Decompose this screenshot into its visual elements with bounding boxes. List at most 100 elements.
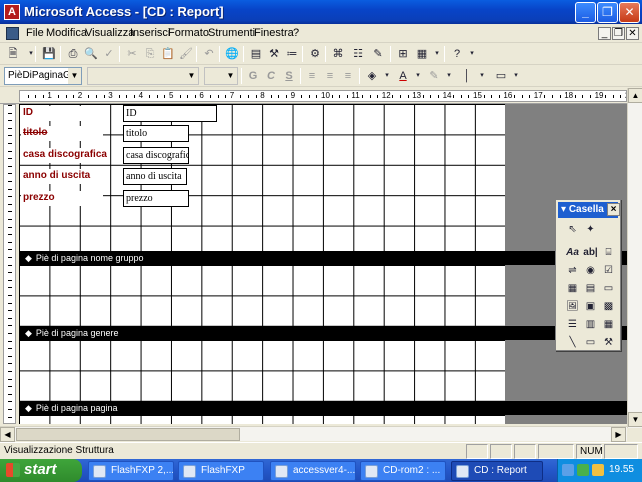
image-icon[interactable]: 🖼 bbox=[564, 298, 581, 315]
toolbox-title-bar[interactable]: ▾ Casella × bbox=[558, 202, 620, 218]
properties-icon[interactable]: ☷ bbox=[349, 45, 367, 63]
genre-footer-section[interactable] bbox=[19, 340, 505, 401]
section-bar-genre-footer[interactable]: ◆ Piè di pagina genere bbox=[19, 326, 627, 340]
checkbox-icon[interactable]: ☑ bbox=[600, 262, 617, 279]
start-button[interactable]: start bbox=[0, 459, 82, 482]
cut-icon[interactable]: ✂ bbox=[123, 45, 141, 63]
label-casa-discografica[interactable]: casa discografica bbox=[21, 148, 107, 163]
vertical-scrollbar[interactable]: ▲ ▼ bbox=[627, 88, 642, 428]
toolbox-close-button[interactable]: × bbox=[607, 203, 620, 216]
textbox-casa-discografica[interactable]: casa discografica bbox=[123, 147, 189, 164]
database-window-icon[interactable]: ⊞ bbox=[394, 45, 412, 63]
minimize-button[interactable]: _ bbox=[575, 2, 596, 23]
network-icon[interactable] bbox=[562, 464, 574, 476]
command-button-icon[interactable]: ▭ bbox=[600, 280, 617, 297]
toolbox-menu-icon[interactable]: ▾ bbox=[561, 204, 569, 215]
hyperlink-icon[interactable]: 🌐 bbox=[223, 45, 241, 63]
textbox-titolo[interactable]: titolo bbox=[123, 125, 189, 142]
combo-box-icon[interactable]: ▦ bbox=[564, 280, 581, 297]
spelling-icon[interactable]: ✓ bbox=[100, 45, 118, 63]
page-footer-section[interactable] bbox=[19, 415, 505, 424]
page-break-icon[interactable]: ☰ bbox=[564, 316, 581, 333]
menu-inserisci[interactable]: Inserisci bbox=[130, 27, 170, 39]
section-bar-page-footer[interactable]: ◆ Piè di pagina pagina bbox=[19, 401, 627, 415]
special-effect-dropdown-icon[interactable]: ▾ bbox=[507, 67, 525, 85]
paste-icon[interactable]: 📋 bbox=[159, 45, 177, 63]
line-tool-icon[interactable]: ╲ bbox=[564, 334, 581, 351]
access-app-icon[interactable]: A bbox=[4, 4, 20, 20]
group-footer-section[interactable] bbox=[19, 265, 505, 326]
copy-icon[interactable]: ⎘ bbox=[141, 45, 159, 63]
taskbar-button-flashfxp-2[interactable]: FlashFXP 2,... bbox=[88, 461, 174, 481]
build-icon[interactable]: ✎ bbox=[369, 45, 387, 63]
scroll-down-icon[interactable]: ▼ bbox=[628, 412, 642, 427]
volume-icon[interactable] bbox=[592, 464, 604, 476]
line-color-dropdown-icon[interactable]: ▾ bbox=[440, 67, 458, 85]
print-preview-icon[interactable]: 🔍 bbox=[82, 45, 100, 63]
label-prezzo[interactable]: prezzo bbox=[21, 191, 103, 206]
save-icon[interactable]: 💾 bbox=[40, 45, 58, 63]
undo-icon[interactable]: ↶ bbox=[200, 45, 218, 63]
scroll-up-icon[interactable]: ▲ bbox=[628, 88, 642, 103]
bold-button[interactable]: G bbox=[244, 67, 262, 85]
align-center-icon[interactable]: ≡ bbox=[321, 67, 339, 85]
label-titolo[interactable]: titolo bbox=[21, 126, 103, 141]
menu-finestra[interactable]: Finestra bbox=[254, 27, 294, 39]
italic-button[interactable]: C bbox=[262, 67, 280, 85]
scroll-left-icon[interactable]: ◀ bbox=[0, 427, 15, 442]
option-group-icon[interactable]: ⌸ bbox=[600, 244, 617, 261]
child-minimize-button[interactable]: _ bbox=[598, 27, 611, 40]
textbox-anno-di-uscita[interactable]: anno di uscita bbox=[123, 168, 187, 185]
window-titlebar[interactable]: A Microsoft Access - [CD : Report] _ ❐ ✕ bbox=[0, 0, 642, 24]
subreport-icon[interactable]: ▦ bbox=[600, 316, 617, 333]
code-icon[interactable]: ⌘ bbox=[329, 45, 347, 63]
option-button-icon[interactable]: ◉ bbox=[582, 262, 599, 279]
underline-button[interactable]: S bbox=[280, 67, 298, 85]
document-icon[interactable] bbox=[6, 27, 19, 40]
menu-visualizza[interactable]: Visualizza bbox=[85, 27, 134, 39]
select-objects-icon[interactable]: ⇖ bbox=[564, 221, 581, 238]
tab-control-icon[interactable]: ▥ bbox=[582, 316, 599, 333]
list-box-icon[interactable]: ▤ bbox=[582, 280, 599, 297]
taskbar-button-cd-report[interactable]: CD : Report bbox=[451, 461, 543, 481]
menu-formato[interactable]: Formato bbox=[168, 27, 209, 39]
label-tool-icon[interactable]: Aa bbox=[564, 244, 581, 261]
format-painter-icon[interactable]: 🖌 bbox=[177, 45, 195, 63]
control-wizards-icon[interactable]: ✦ bbox=[582, 221, 599, 238]
toolbox-palette[interactable]: ▾ Casella × ⇖ ✦ Aa ab| ⌸ ⇌ ◉ ☑ ▦ ▤ ▭ 🖼 ▣… bbox=[555, 199, 621, 351]
toggle-button-icon[interactable]: ⇌ bbox=[564, 262, 581, 279]
taskbar-button-accessver4[interactable]: accessver4-... bbox=[270, 461, 356, 481]
section-bar-group-footer[interactable]: ◆ Piè di pagina nome gruppo bbox=[19, 251, 627, 265]
unbound-object-icon[interactable]: ▣ bbox=[582, 298, 599, 315]
object-combo[interactable]: PièDiPaginaGru ▼ bbox=[4, 67, 82, 85]
view-dropdown-icon[interactable]: ▾ bbox=[22, 45, 40, 63]
field-list-icon[interactable]: ▤ bbox=[247, 45, 265, 63]
print-icon[interactable]: ⎙ bbox=[64, 45, 82, 63]
scroll-right-icon[interactable]: ▶ bbox=[611, 427, 626, 442]
font-combo[interactable]: ▼ bbox=[87, 67, 199, 85]
menu-help[interactable]: ? bbox=[293, 27, 299, 39]
autoformat-icon[interactable]: ⚙ bbox=[306, 45, 324, 63]
menu-file[interactable]: File bbox=[26, 27, 44, 39]
line-width-dropdown-icon[interactable]: ▾ bbox=[473, 67, 491, 85]
textbox-id[interactable]: ID bbox=[123, 105, 217, 122]
taskbar-button-cd-rom2[interactable]: CD-rom2 : ... bbox=[360, 461, 446, 481]
horizontal-scrollbar[interactable]: ◀ ▶ bbox=[0, 426, 627, 442]
child-restore-button[interactable]: ❐ bbox=[612, 27, 625, 40]
align-left-icon[interactable]: ≡ bbox=[303, 67, 321, 85]
sorting-grouping-icon[interactable]: ≔ bbox=[283, 45, 301, 63]
menu-modifica[interactable]: Modifica bbox=[46, 27, 87, 39]
label-anno-di-uscita[interactable]: anno di uscita bbox=[21, 169, 105, 184]
help-dropdown-icon[interactable]: ▾ bbox=[463, 45, 481, 63]
more-controls-icon[interactable]: ⚒ bbox=[600, 334, 617, 351]
antivirus-icon[interactable] bbox=[577, 464, 589, 476]
maximize-button[interactable]: ❐ bbox=[597, 2, 618, 23]
rectangle-tool-icon[interactable]: ▭ bbox=[582, 334, 599, 351]
size-combo[interactable]: ▼ bbox=[204, 67, 238, 85]
textbox-tool-icon[interactable]: ab| bbox=[582, 244, 599, 261]
align-right-icon[interactable]: ≡ bbox=[339, 67, 357, 85]
menu-strumenti[interactable]: Strumenti bbox=[208, 27, 255, 39]
scroll-thumb[interactable] bbox=[16, 428, 240, 441]
taskbar-button-flashfxp[interactable]: FlashFXP bbox=[178, 461, 264, 481]
child-close-button[interactable]: ✕ bbox=[626, 27, 639, 40]
